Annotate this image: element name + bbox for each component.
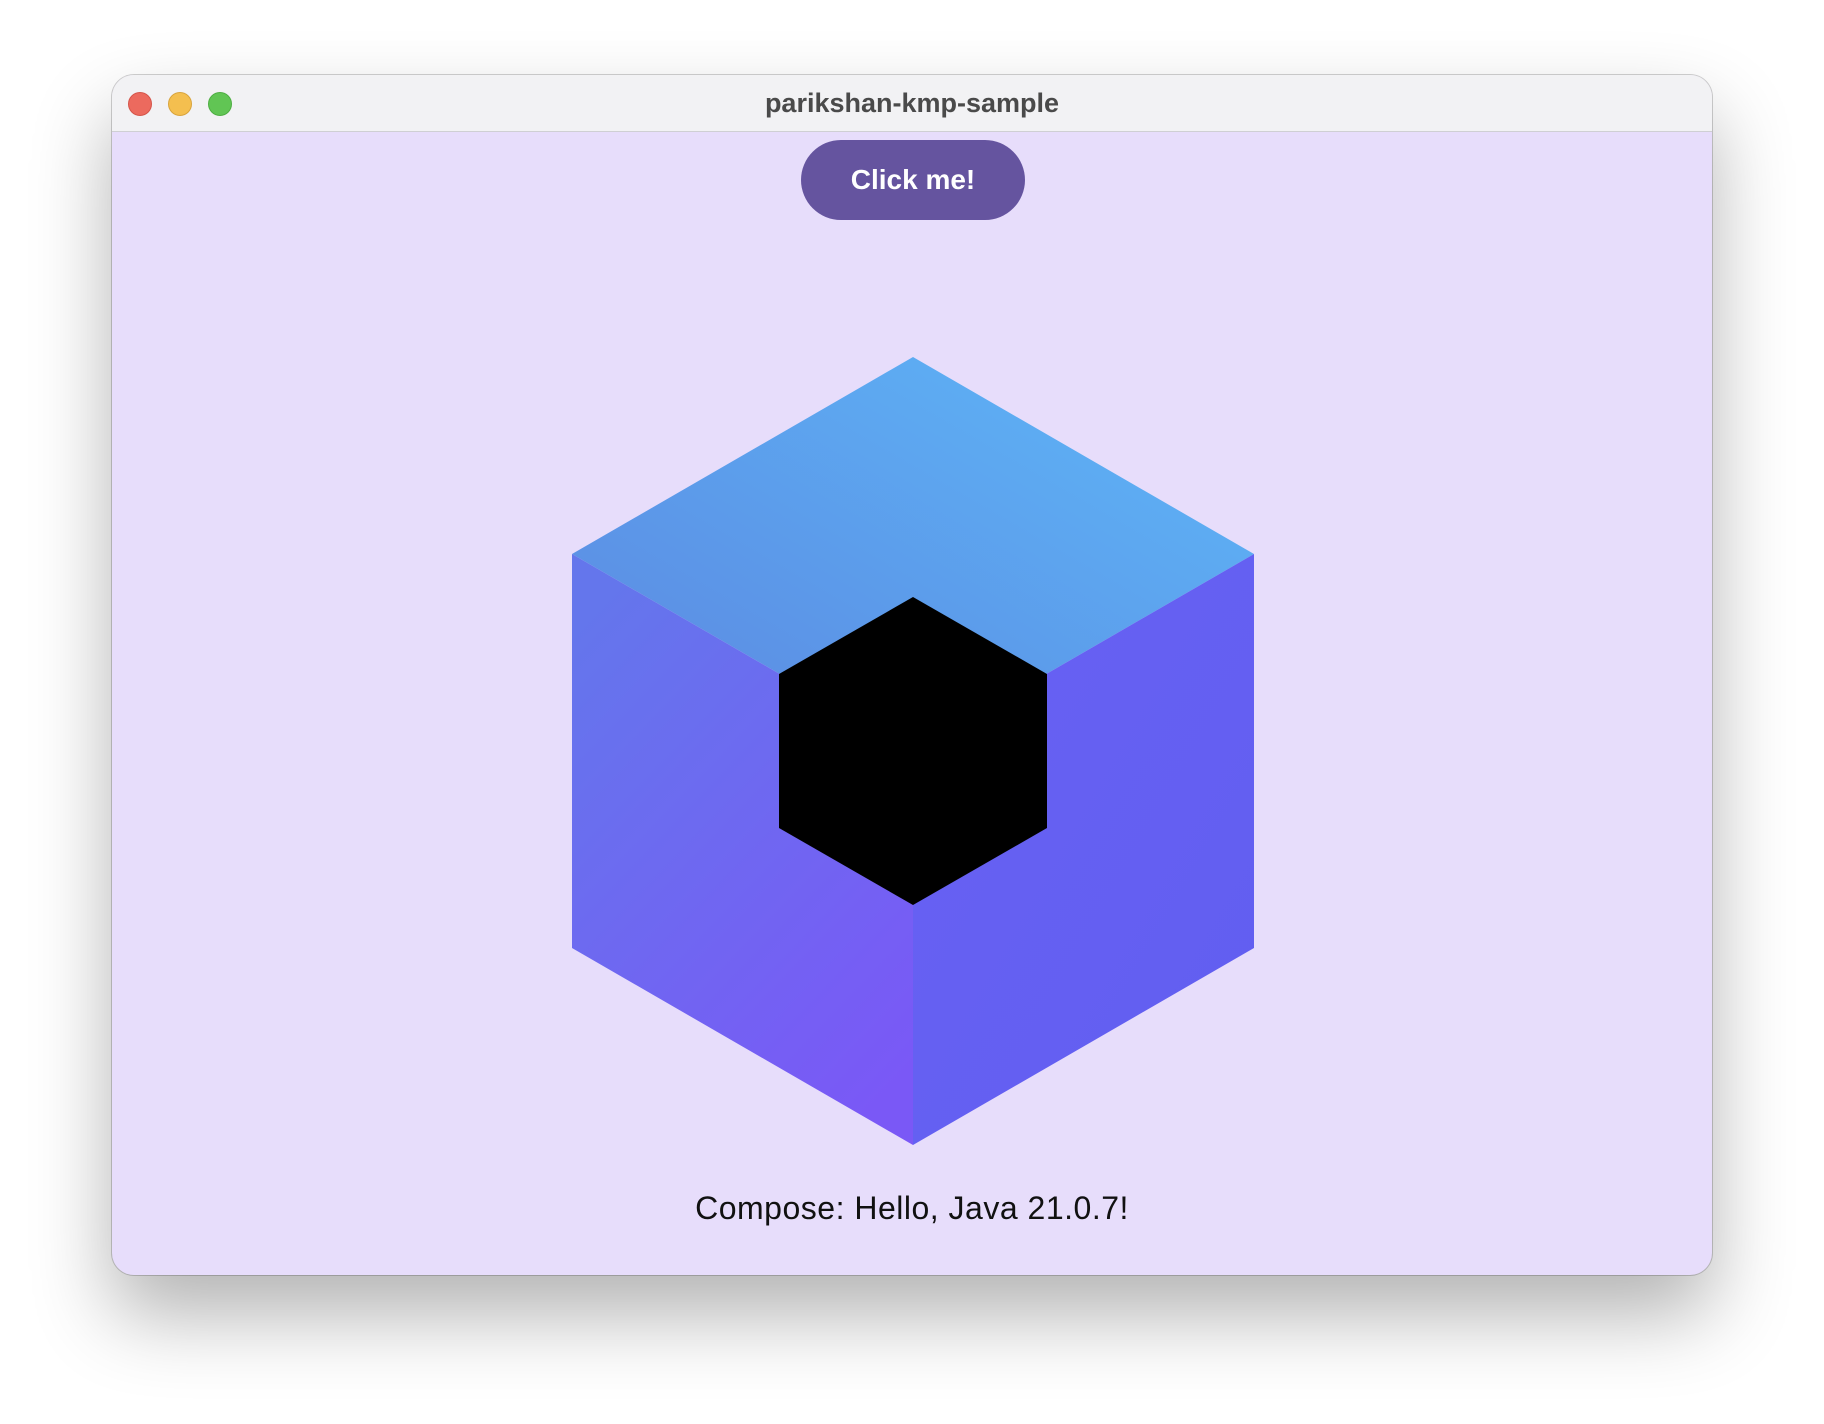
greeting-text: Compose: Hello, Java 21.0.7! — [695, 1190, 1129, 1226]
click-me-button[interactable]: Click me! — [801, 140, 1025, 220]
main-content: Click me! Compose: Hello, Java 21.0.7! — [112, 132, 1712, 1275]
compose-multiplatform-logo-icon — [572, 357, 1254, 1145]
title-bar[interactable]: parikshan-kmp-sample — [112, 75, 1712, 132]
app-window: parikshan-kmp-sample Click me! Compose: … — [112, 75, 1712, 1275]
window-title: parikshan-kmp-sample — [764, 88, 1060, 118]
